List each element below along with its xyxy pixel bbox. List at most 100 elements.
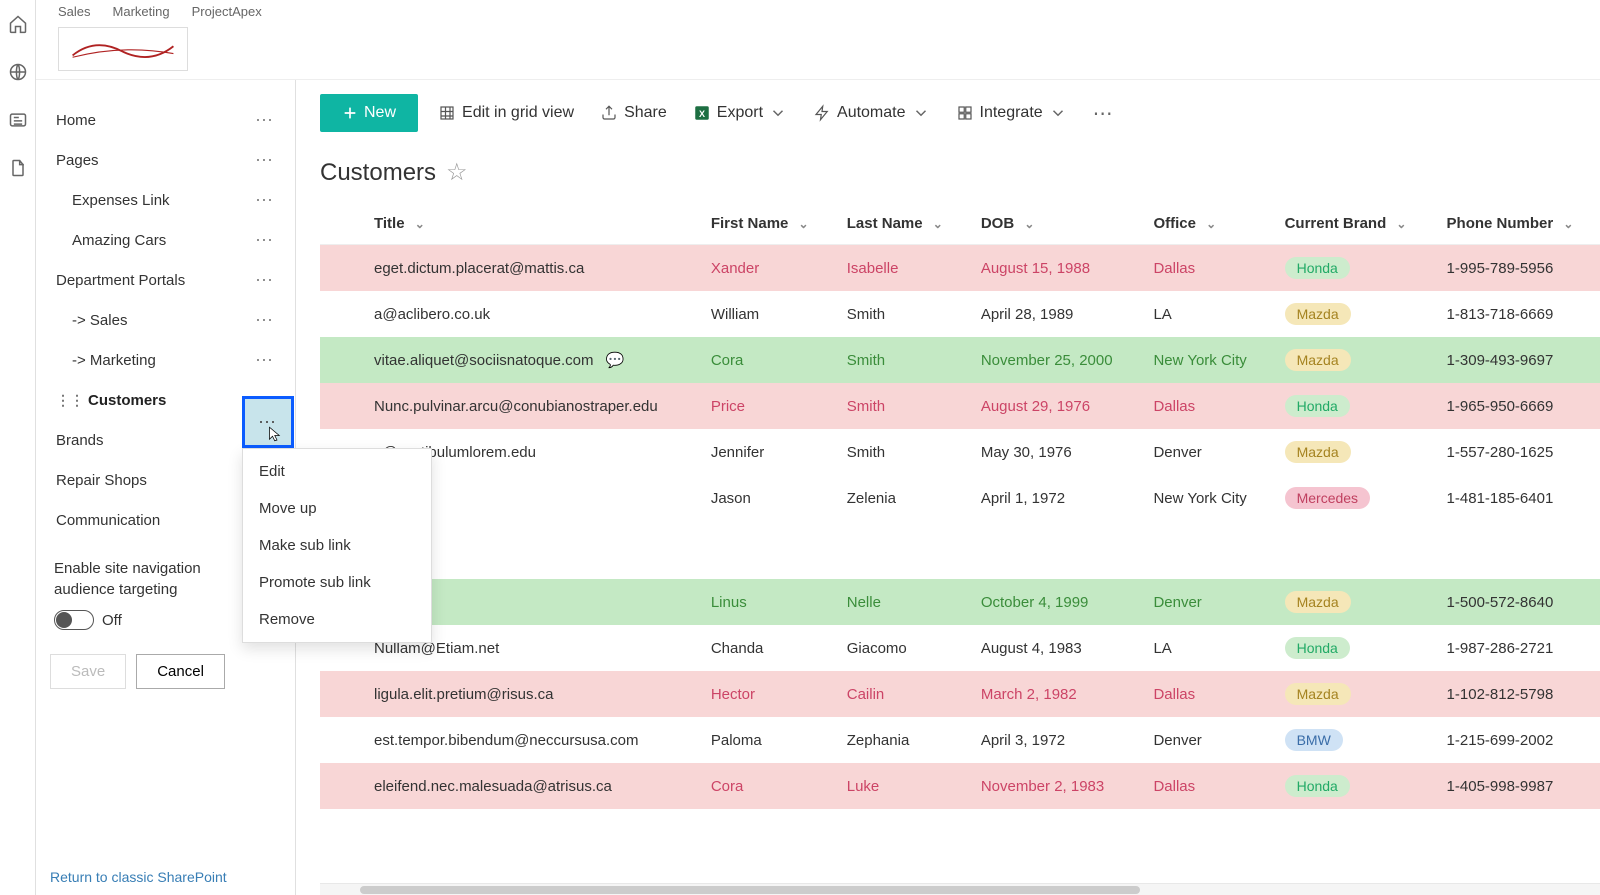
table-row[interactable]: e@vestibulumlorem.eduJenniferSmithMay 30… bbox=[320, 429, 1600, 475]
cell-dob: November 2, 1983 bbox=[967, 763, 1140, 809]
table-row[interactable]: Nullam@Etiam.netChandaGiacomoAugust 4, 1… bbox=[320, 625, 1600, 671]
column-header[interactable]: Phone Number ⌄ bbox=[1433, 203, 1600, 245]
cell-office: LA bbox=[1139, 625, 1270, 671]
news-icon[interactable] bbox=[8, 110, 28, 130]
nav-ellipsis-icon[interactable]: ⋯ bbox=[251, 310, 279, 331]
audience-targeting-label: Enable site navigation audience targetin… bbox=[54, 558, 262, 600]
command-bar: New Edit in grid view Share X Export bbox=[296, 80, 1600, 146]
table-row[interactable]: ligula.elit.pretium@risus.caHectorCailin… bbox=[320, 671, 1600, 717]
tab-sales[interactable]: Sales bbox=[58, 4, 91, 19]
automate-button[interactable]: Automate bbox=[807, 100, 935, 126]
cell-dob: August 15, 1988 bbox=[967, 245, 1140, 292]
nav-item-ellipsis-highlight[interactable]: ⋯ bbox=[242, 396, 294, 448]
cell-lastname: Giacomo bbox=[833, 625, 967, 671]
cell-dob: August 4, 1983 bbox=[967, 625, 1140, 671]
column-header[interactable]: DOB ⌄ bbox=[967, 203, 1140, 245]
table-row[interactable]: eleifend.nec.malesuada@atrisus.caCoraLuk… bbox=[320, 763, 1600, 809]
cell-lastname: Isabelle bbox=[833, 245, 967, 292]
chevron-down-icon bbox=[769, 104, 787, 122]
integrate-button[interactable]: Integrate bbox=[950, 100, 1073, 126]
nav-ellipsis-icon[interactable]: ⋯ bbox=[251, 110, 279, 131]
nav-label: Communication bbox=[56, 512, 160, 529]
column-header[interactable]: Last Name ⌄ bbox=[833, 203, 967, 245]
brand-pill: Honda bbox=[1285, 775, 1350, 797]
cell-dob: April 1, 1972 bbox=[967, 475, 1140, 521]
nav-label: -> Sales bbox=[72, 312, 127, 329]
site-logo[interactable] bbox=[58, 27, 188, 71]
comment-icon[interactable]: 💬 bbox=[606, 352, 625, 369]
nav-ellipsis-icon[interactable]: ⋯ bbox=[251, 350, 279, 371]
nav-item-dept[interactable]: Department Portals⋯ bbox=[50, 260, 285, 300]
brand-pill: Mazda bbox=[1285, 591, 1351, 613]
share-button[interactable]: Share bbox=[594, 100, 673, 126]
edit-grid-button[interactable]: Edit in grid view bbox=[432, 100, 580, 126]
table-row[interactable]: eget.dictum.placerat@mattis.caXanderIsab… bbox=[320, 245, 1600, 292]
customers-table: Title ⌄First Name ⌄Last Name ⌄DOB ⌄Offic… bbox=[320, 203, 1600, 809]
cell-dob: March 2, 1982 bbox=[967, 671, 1140, 717]
return-classic-link[interactable]: Return to classic SharePoint bbox=[50, 849, 285, 885]
cell-phone: 1-309-493-9697 bbox=[1433, 337, 1600, 383]
brand-pill: Mazda bbox=[1285, 303, 1351, 325]
nav-item-home[interactable]: Home⋯ bbox=[50, 100, 285, 140]
nav-item-marketing[interactable]: -> Marketing ⋯ bbox=[50, 340, 285, 380]
cell-office: New York City bbox=[1139, 337, 1270, 383]
nav-ellipsis-icon[interactable]: ⋯ bbox=[251, 150, 279, 171]
nav-context-menu: EditMove upMake sub linkPromote sub link… bbox=[242, 448, 432, 643]
cell-lastname: Smith bbox=[833, 429, 967, 475]
cell-dob: April 28, 1989 bbox=[967, 291, 1140, 337]
tab-marketing[interactable]: Marketing bbox=[113, 4, 170, 19]
nav-ellipsis-icon[interactable]: ⋯ bbox=[251, 230, 279, 251]
table-row[interactable]: Nunc.pulvinar.arcu@conubianostraper.eduP… bbox=[320, 383, 1600, 429]
context-menu-edit[interactable]: Edit bbox=[243, 453, 431, 490]
table-row[interactable]: a@aclibero.co.ukWilliamSmithApril 28, 19… bbox=[320, 291, 1600, 337]
cancel-button[interactable]: Cancel bbox=[136, 654, 225, 689]
cell-office: Dallas bbox=[1139, 383, 1270, 429]
export-button[interactable]: X Export bbox=[687, 100, 793, 126]
context-menu-remove[interactable]: Remove bbox=[243, 601, 431, 638]
audience-targeting-toggle[interactable] bbox=[54, 610, 94, 630]
cell-office: Dallas bbox=[1139, 671, 1270, 717]
nav-ellipsis-icon[interactable]: ⋯ bbox=[251, 270, 279, 291]
cell-dob: October 4, 1999 bbox=[967, 579, 1140, 625]
cell-firstname: Price bbox=[697, 383, 833, 429]
horizontal-scrollbar[interactable] bbox=[320, 883, 1600, 895]
nav-label: -> Marketing bbox=[72, 352, 156, 369]
nav-item-pages[interactable]: Pages ⋯ bbox=[50, 140, 285, 180]
brand-pill: Mercedes bbox=[1285, 487, 1370, 509]
favorite-star-icon[interactable]: ☆ bbox=[446, 158, 468, 187]
nav-item-expenses[interactable]: Expenses Link⋯ bbox=[50, 180, 285, 220]
globe-icon[interactable] bbox=[8, 62, 28, 82]
cell-brand: Honda bbox=[1271, 625, 1433, 671]
table-row[interactable]: vitae.aliquet@sociisnatoque.com 💬CoraSmi… bbox=[320, 337, 1600, 383]
column-header[interactable]: Office ⌄ bbox=[1139, 203, 1270, 245]
table-row[interactable] bbox=[320, 521, 1600, 579]
nav-item-amazing[interactable]: Amazing Cars⋯ bbox=[50, 220, 285, 260]
cell-lastname: Nelle bbox=[833, 579, 967, 625]
cell-firstname: Hector bbox=[697, 671, 833, 717]
more-commands[interactable]: ⋯ bbox=[1087, 101, 1121, 126]
column-header[interactable]: Current Brand ⌄ bbox=[1271, 203, 1433, 245]
app-rail bbox=[0, 0, 36, 895]
nav-label: Pages bbox=[56, 152, 99, 169]
table-row[interactable]: est.tempor.bibendum@neccursusa.comPaloma… bbox=[320, 717, 1600, 763]
drag-handle-icon[interactable]: ⋮⋮ bbox=[56, 392, 84, 409]
nav-ellipsis-icon[interactable]: ⋯ bbox=[251, 190, 279, 211]
table-row[interactable]: on.comJasonZeleniaApril 1, 1972New York … bbox=[320, 475, 1600, 521]
context-menu-make-sub-link[interactable]: Make sub link bbox=[243, 527, 431, 564]
cell-office: Denver bbox=[1139, 429, 1270, 475]
new-button[interactable]: New bbox=[320, 94, 418, 132]
table-row[interactable]: @in.eduLinusNelleOctober 4, 1999DenverMa… bbox=[320, 579, 1600, 625]
cell-office: Dallas bbox=[1139, 763, 1270, 809]
cell-office: Denver bbox=[1139, 717, 1270, 763]
files-icon[interactable] bbox=[8, 158, 28, 178]
nav-item-sales[interactable]: -> Sales ⋯ bbox=[50, 300, 285, 340]
column-header[interactable]: Title ⌄ bbox=[360, 203, 697, 245]
cell-lastname: Smith bbox=[833, 383, 967, 429]
home-icon[interactable] bbox=[8, 14, 28, 34]
column-header[interactable]: First Name ⌄ bbox=[697, 203, 833, 245]
context-menu-promote-sub-link[interactable]: Promote sub link bbox=[243, 564, 431, 601]
cell-lastname: Smith bbox=[833, 291, 967, 337]
tab-projectapex[interactable]: ProjectApex bbox=[192, 4, 262, 19]
cell-dob: November 25, 2000 bbox=[967, 337, 1140, 383]
context-menu-move-up[interactable]: Move up bbox=[243, 490, 431, 527]
